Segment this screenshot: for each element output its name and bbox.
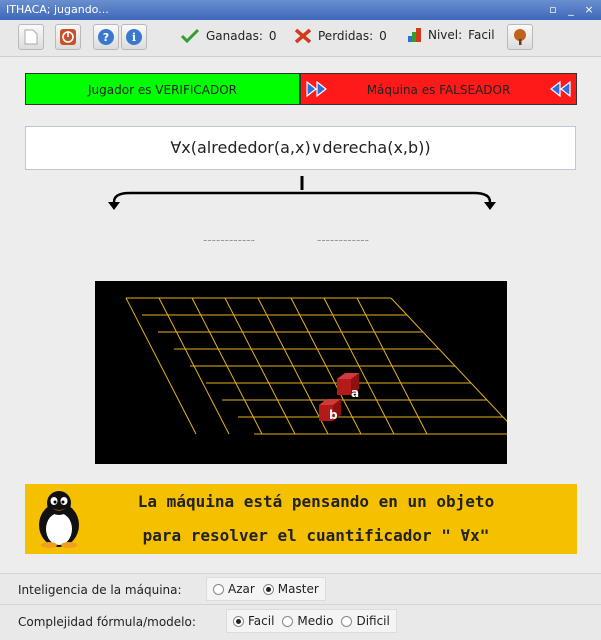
level-indicator: Nivel: Facil — [408, 28, 495, 42]
ai-option-master-label: Master — [277, 582, 319, 596]
help-button[interactable]: ? — [93, 24, 119, 50]
new-game-button[interactable] — [18, 24, 44, 50]
right-branch-placeholder: ------------ — [317, 233, 369, 247]
cross-icon — [294, 28, 312, 44]
left-branch-placeholder: ------------ — [203, 233, 255, 247]
level-label: Nivel: — [428, 28, 463, 42]
svg-text:i: i — [132, 31, 136, 44]
complexity-radio-group: Facil Medio Dificil — [226, 609, 397, 633]
ai-option-azar[interactable]: Azar — [213, 582, 255, 596]
losses-value: 0 — [379, 29, 387, 43]
tree-button[interactable] — [507, 24, 533, 50]
quit-button[interactable] — [55, 24, 81, 50]
complexity-option-dificil-label: Dificil — [356, 614, 390, 628]
toolbar: ? i Ganadas: 0 Perdidas: 0 Nivel: Facil — [0, 20, 601, 57]
wins-counter: Ganadas: 0 — [180, 28, 277, 44]
object-b[interactable]: b — [319, 399, 341, 422]
window-titlebar: ITHACA; jugando... ▫ _ × — [0, 0, 601, 20]
board-grid: a b — [125, 297, 520, 435]
help-icon: ? — [98, 29, 114, 45]
radio-facil[interactable] — [233, 615, 244, 627]
message-line-2: para resolver el cuantificador " ∀x" — [142, 526, 490, 545]
losses-label: Perdidas: — [318, 29, 374, 43]
machine-role-label: Máquina es FALSEADOR — [366, 83, 511, 97]
world-board[interactable]: a b — [95, 281, 520, 464]
power-icon — [60, 29, 76, 45]
info-icon: i — [126, 29, 142, 45]
wins-value: 0 — [268, 29, 277, 43]
object-a-label: a — [351, 386, 359, 400]
ai-options-row: Inteligencia de la máquina: Azar Master — [0, 573, 601, 605]
complexity-option-dificil[interactable]: Dificil — [341, 614, 390, 628]
wins-label: Ganadas: — [206, 29, 263, 43]
window-title: ITHACA; jugando... — [6, 3, 109, 16]
complexity-options-row: Complejidad fórmula/modelo: Facil Medio … — [0, 604, 601, 640]
minimize-icon[interactable]: _ — [563, 3, 579, 17]
checkmark-icon — [180, 28, 200, 44]
complexity-option-medio[interactable]: Medio — [282, 614, 333, 628]
object-b-label: b — [329, 408, 338, 422]
tree-icon — [514, 29, 526, 45]
complexity-option-facil[interactable]: Facil — [233, 614, 274, 628]
radio-dificil[interactable] — [341, 615, 353, 627]
complexity-option-medio-label: Medio — [297, 614, 334, 628]
complexity-option-facil-label: Facil — [248, 614, 275, 628]
fast-forward-icon — [306, 80, 327, 98]
radio-medio[interactable] — [282, 615, 294, 627]
message-banner: La máquina está pensando en un objeto pa… — [25, 484, 577, 554]
radio-master[interactable] — [262, 583, 274, 595]
radio-azar[interactable] — [213, 583, 224, 595]
close-icon[interactable]: × — [581, 3, 597, 17]
branch-connector — [108, 176, 496, 210]
rewind-icon — [550, 80, 571, 98]
message-line-1: La máquina está pensando en un objeto — [137, 492, 495, 511]
ai-label: Inteligencia de la máquina: — [18, 583, 182, 597]
complexity-label: Complejidad fórmula/modelo: — [18, 615, 196, 629]
formula-display: ∀x(alrededor(a,x)∨derecha(x,b)) — [25, 126, 576, 170]
losses-counter: Perdidas: 0 — [294, 28, 387, 44]
player-role-bar: Jugador es VERIFICADOR — [25, 73, 300, 105]
player-role-label: Jugador es VERIFICADOR — [88, 83, 237, 97]
ai-radio-group: Azar Master — [206, 577, 326, 601]
info-button[interactable]: i — [121, 24, 147, 50]
ai-option-azar-label: Azar — [228, 582, 255, 596]
restore-icon[interactable]: ▫ — [545, 3, 561, 17]
svg-text:?: ? — [103, 31, 109, 44]
level-value: Facil — [468, 28, 495, 42]
level-bars-icon — [408, 28, 421, 42]
document-icon — [24, 29, 38, 45]
object-a[interactable]: a — [337, 373, 359, 400]
ai-option-master[interactable]: Master — [262, 582, 319, 596]
machine-role-bar: Máquina es FALSEADOR — [300, 73, 577, 105]
